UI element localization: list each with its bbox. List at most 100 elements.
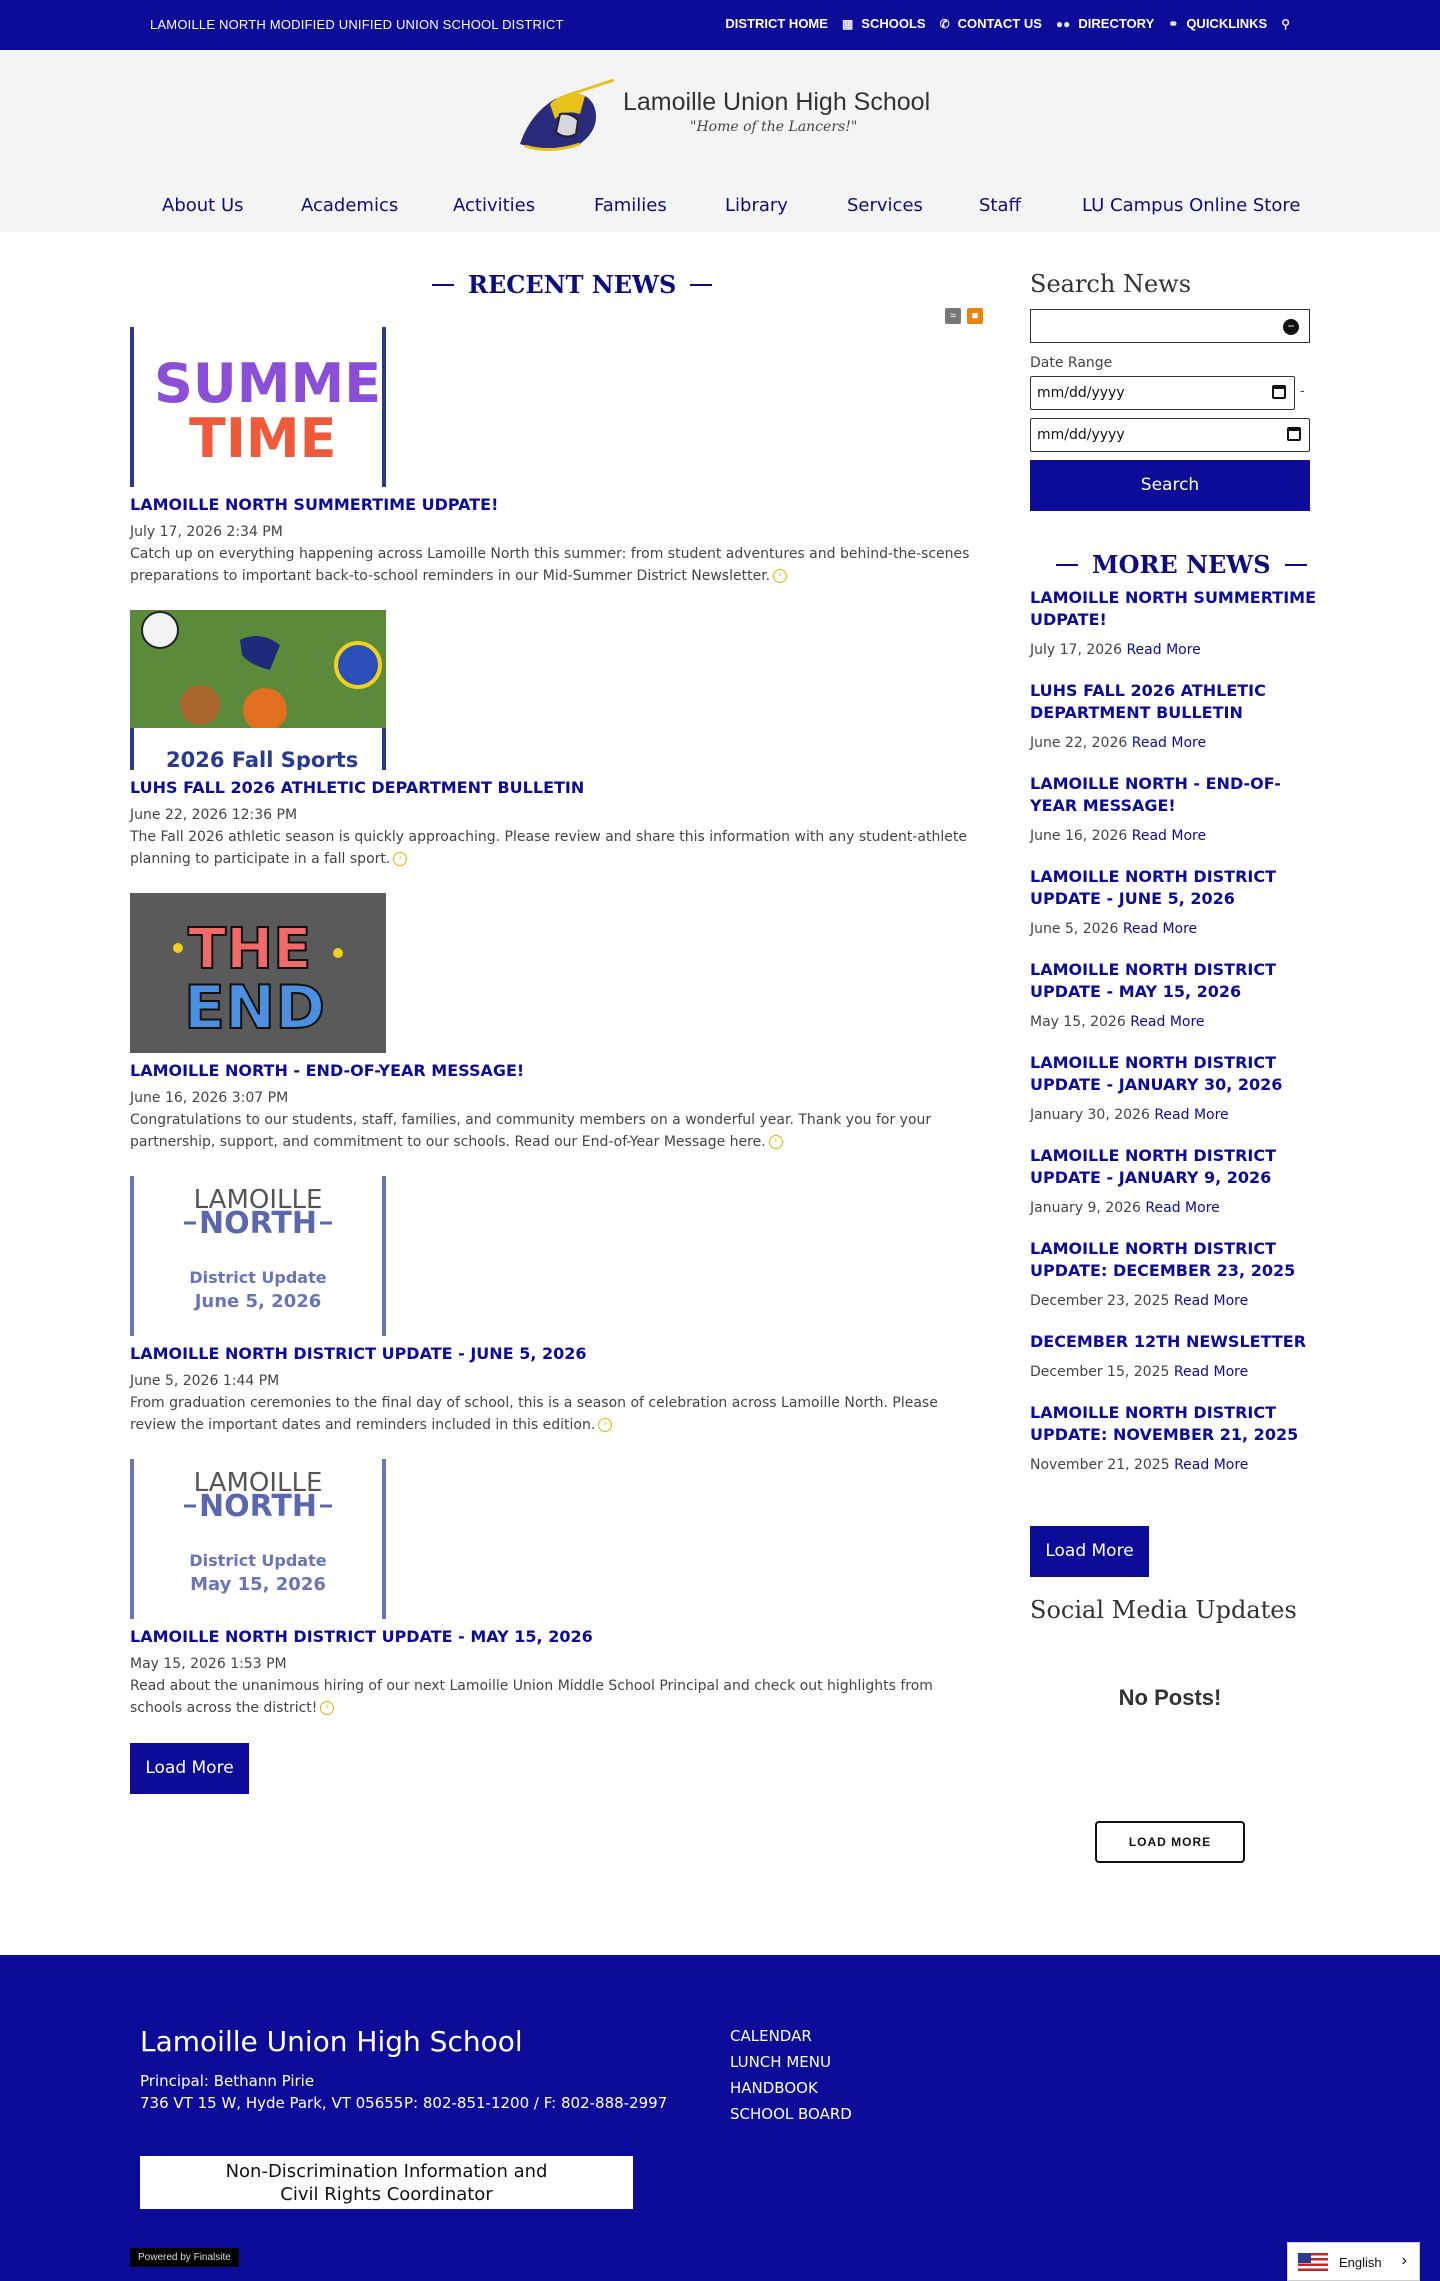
- list-item: LAMOILLE NORTH DISTRICT UPDATE: DECEMBER…: [1030, 1238, 1320, 1309]
- read-more-link[interactable]: Read More: [1174, 1364, 1248, 1380]
- directory-link[interactable]: DIRECTORY: [1078, 16, 1154, 31]
- news-thumbnail[interactable]: LAMOILLE NORTH District Update June 5, 2…: [130, 1176, 386, 1336]
- more-news-date: June 5, 2026: [1030, 921, 1119, 937]
- schools-link[interactable]: SCHOOLS: [861, 16, 925, 31]
- school-name[interactable]: Lamoille Union High School: [623, 88, 930, 117]
- chevron-right-icon: ›: [1401, 2252, 1407, 2269]
- nav-staff[interactable]: Staff: [979, 195, 1021, 216]
- clear-icon[interactable]: −: [1283, 319, 1299, 335]
- footer-link-school-board[interactable]: SCHOOL BOARD: [730, 2105, 852, 2123]
- recent-news-heading: RECENT NEWS: [432, 270, 713, 299]
- footer-phone: P: 802-851-1200 / F: 802-888-2997: [404, 2094, 668, 2112]
- footer-links: CALENDAR LUNCH MENU HANDBOOK SCHOOL BOAR…: [730, 2027, 852, 2131]
- news-thumbnail[interactable]: SUMMER TIME: [130, 327, 386, 487]
- nav-library[interactable]: Library: [725, 195, 788, 216]
- nav-academics[interactable]: Academics: [301, 195, 398, 216]
- more-news-link[interactable]: LAMOILLE NORTH DISTRICT UPDATE - JANUARY…: [1030, 1052, 1320, 1096]
- more-news-link[interactable]: LAMOILLE NORTH - END-OF-YEAR MESSAGE!: [1030, 773, 1320, 817]
- bell-icon[interactable]: ■: [967, 308, 983, 324]
- news-item: 2026 Fall Sports LUHS FALL 2026 ATHLETIC…: [130, 610, 980, 870]
- footer-link-lunch-menu[interactable]: LUNCH MENU: [730, 2053, 852, 2071]
- calendar-icon[interactable]: [1287, 427, 1301, 441]
- footer-address: 736 VT 15 W, Hyde Park, VT 05655: [140, 2094, 404, 2112]
- read-more-link[interactable]: Read More: [1145, 1200, 1219, 1216]
- read-more-link[interactable]: Read More: [1174, 1293, 1248, 1309]
- more-news-link[interactable]: LAMOILLE NORTH DISTRICT UPDATE - JUNE 5,…: [1030, 866, 1320, 910]
- list-item: LAMOILLE NORTH SUMMERTIME UDPATE! July 1…: [1030, 587, 1320, 658]
- news-thumbnail[interactable]: LAMOILLE NORTH District Update May 15, 2…: [130, 1459, 386, 1619]
- news-title[interactable]: LUHS FALL 2026 ATHLETIC DEPARTMENT BULLE…: [130, 778, 980, 797]
- image-text: TIME: [189, 407, 337, 470]
- more-news-date: January 30, 2026: [1030, 1107, 1150, 1123]
- more-news-meta: December 23, 2025 Read More: [1030, 1293, 1320, 1309]
- language-selector[interactable]: English ›: [1287, 2242, 1420, 2281]
- utility-nav: DISTRICT HOME ▦ SCHOOLS ✆ CONTACT US ●● …: [725, 16, 1290, 31]
- footer-link-handbook[interactable]: HANDBOOK: [730, 2079, 852, 2097]
- district-name[interactable]: LAMOILLE NORTH MODIFIED UNIFIED UNION SC…: [150, 17, 564, 32]
- more-news-meta: January 30, 2026 Read More: [1030, 1107, 1320, 1123]
- more-news-link[interactable]: LAMOILLE NORTH DISTRICT UPDATE - JANUARY…: [1030, 1145, 1320, 1189]
- read-more-icon[interactable]: ›: [320, 1701, 335, 1715]
- more-news-link[interactable]: LAMOILLE NORTH SUMMERTIME UDPATE!: [1030, 587, 1320, 631]
- more-news-load-more-button[interactable]: Load More: [1030, 1526, 1149, 1577]
- read-more-link[interactable]: Read More: [1132, 828, 1206, 844]
- lancer-logo[interactable]: [510, 74, 616, 156]
- recent-news-load-more-button[interactable]: Load More: [130, 1743, 249, 1794]
- footer-link-calendar[interactable]: CALENDAR: [730, 2027, 852, 2045]
- news-thumbnail[interactable]: THE END: [130, 893, 386, 1053]
- news-date: June 22, 2026 12:36 PM: [130, 807, 298, 823]
- read-more-link[interactable]: Read More: [1130, 1014, 1204, 1030]
- more-news-link[interactable]: DECEMBER 12TH NEWSLETTER: [1030, 1331, 1320, 1353]
- more-news-link[interactable]: LAMOILLE NORTH DISTRICT UPDATE: DECEMBER…: [1030, 1238, 1320, 1282]
- social-media-heading: Social Media Updates: [1030, 1596, 1297, 1624]
- more-news-meta: May 15, 2026 Read More: [1030, 1014, 1320, 1030]
- start-date-field[interactable]: mm/dd/yyyy: [1030, 376, 1295, 410]
- footer-school-name: Lamoille Union High School: [140, 2025, 523, 2058]
- news-title[interactable]: LAMOILLE NORTH DISTRICT UPDATE - JUNE 5,…: [130, 1344, 980, 1363]
- read-more-link[interactable]: Read More: [1132, 735, 1206, 751]
- search-input[interactable]: −: [1030, 309, 1310, 343]
- more-news-heading: MORE NEWS: [1056, 550, 1307, 579]
- list-item: LAMOILLE NORTH DISTRICT UPDATE: NOVEMBER…: [1030, 1402, 1320, 1473]
- read-more-link[interactable]: Read More: [1174, 1457, 1248, 1473]
- nav-families[interactable]: Families: [594, 195, 667, 216]
- read-more-icon[interactable]: ›: [773, 569, 788, 583]
- social-load-more-button[interactable]: LOAD MORE: [1095, 1821, 1245, 1863]
- more-news-link[interactable]: LAMOILLE NORTH DISTRICT UPDATE - MAY 15,…: [1030, 959, 1320, 1003]
- contact-us-link[interactable]: CONTACT US: [958, 16, 1042, 31]
- news-title[interactable]: LAMOILLE NORTH DISTRICT UPDATE - MAY 15,…: [130, 1627, 980, 1646]
- nav-services[interactable]: Services: [847, 195, 923, 216]
- calendar-icon[interactable]: [1272, 385, 1286, 399]
- read-more-icon[interactable]: ›: [768, 1135, 783, 1149]
- read-more-icon[interactable]: ›: [393, 852, 408, 866]
- read-more-link[interactable]: Read More: [1126, 642, 1200, 658]
- news-thumbnail[interactable]: 2026 Fall Sports: [130, 610, 386, 770]
- news-title[interactable]: LAMOILLE NORTH - END-OF-YEAR MESSAGE!: [130, 1061, 980, 1080]
- powered-by-badge[interactable]: Powered by Finalsite: [130, 2248, 239, 2267]
- news-title[interactable]: LAMOILLE NORTH SUMMERTIME UDPATE!: [130, 495, 980, 514]
- feed-tools: ≈ ■: [945, 308, 983, 324]
- non-discrimination-button[interactable]: Non-Discrimination Information and Civil…: [140, 2156, 633, 2209]
- nav-activities[interactable]: Activities: [453, 195, 535, 216]
- search-button[interactable]: Search: [1030, 460, 1310, 511]
- news-item: THE END LAMOILLE NORTH - END-OF-YEAR MES…: [130, 893, 980, 1153]
- image-text: 2026 Fall Sports: [166, 748, 358, 770]
- people-icon: ●●: [1055, 16, 1071, 31]
- read-more-icon[interactable]: ›: [598, 1418, 613, 1432]
- district-home-link[interactable]: DISTRICT HOME: [725, 16, 828, 31]
- read-more-link[interactable]: Read More: [1154, 1107, 1228, 1123]
- nav-campus-store[interactable]: LU Campus Online Store: [1082, 195, 1300, 216]
- more-news-link[interactable]: LAMOILLE NORTH DISTRICT UPDATE: NOVEMBER…: [1030, 1402, 1320, 1446]
- list-item: LAMOILLE NORTH DISTRICT UPDATE - JANUARY…: [1030, 1052, 1320, 1123]
- search-icon[interactable]: ⚲: [1281, 17, 1290, 31]
- more-news-link[interactable]: LUHS FALL 2026 ATHLETIC DEPARTMENT BULLE…: [1030, 680, 1320, 724]
- phone-icon: ✆: [939, 16, 950, 31]
- quicklinks-link[interactable]: QUICKLINKS: [1186, 16, 1267, 31]
- date-placeholder: mm/dd/yyyy: [1037, 427, 1125, 443]
- rss-icon[interactable]: ≈: [945, 308, 961, 324]
- end-date-field[interactable]: mm/dd/yyyy: [1030, 418, 1310, 452]
- more-news-title: MORE NEWS: [1092, 550, 1271, 579]
- news-summary: From graduation ceremonies to the final …: [130, 1392, 980, 1436]
- read-more-link[interactable]: Read More: [1123, 921, 1197, 937]
- nav-about-us[interactable]: About Us: [162, 195, 244, 216]
